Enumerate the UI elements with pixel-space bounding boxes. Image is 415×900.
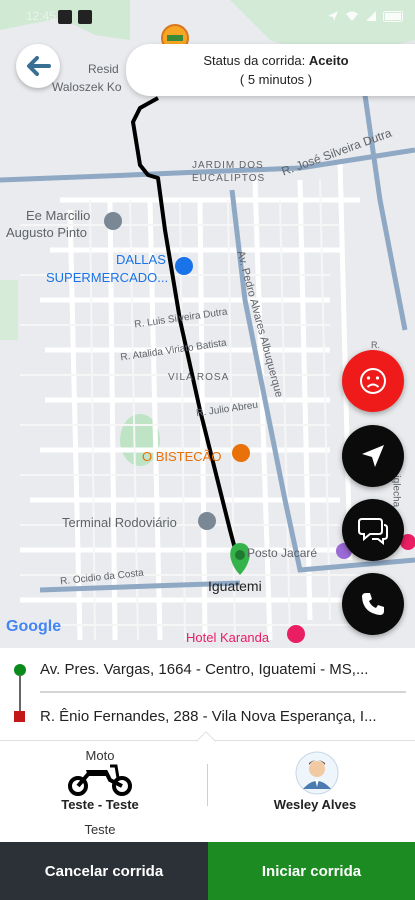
map-label: EUCALIPTOS (192, 173, 266, 184)
emergency-button[interactable] (342, 350, 404, 412)
status-right-icons (327, 10, 405, 22)
signal-icon (366, 11, 376, 21)
route-connector (19, 675, 21, 712)
system-status-bar: 12:45 (0, 0, 415, 34)
map-label: Iguatemi (208, 578, 262, 594)
map-label: Hotel Karanda (186, 630, 270, 645)
vehicle-plate: Teste (84, 822, 116, 837)
notification-icon (78, 10, 92, 24)
call-button[interactable] (342, 573, 404, 635)
vehicle-model: Teste - Teste (61, 797, 139, 812)
map-label: R. (371, 340, 380, 350)
map-label: Ee Marcilio (26, 208, 91, 223)
origin-address[interactable]: Av. Pres. Vargas, 1664 - Centro, Iguatem… (40, 661, 408, 678)
map-label: Posto Jacaré (247, 546, 318, 560)
map-label: VILA ROSA (168, 372, 230, 383)
sad-face-icon (360, 368, 386, 394)
status-time: 12:45 (26, 9, 57, 23)
driver-name: Wesley Alves (273, 797, 357, 812)
map-label: Waloszek Ko (52, 80, 122, 94)
battery-icon (383, 10, 403, 22)
info-divider (207, 764, 208, 806)
ride-status-line: Status da corrida: Aceito (126, 53, 415, 68)
google-logo: Google (6, 618, 62, 635)
ride-status-card: Status da corrida: Aceito ( 5 minutos ) (126, 44, 415, 96)
wifi-icon (346, 11, 358, 21)
navigate-button[interactable] (342, 425, 404, 487)
destination-dot (14, 711, 25, 722)
map-label: DALLAS (116, 252, 166, 267)
destination-address[interactable]: R. Ênio Fernandes, 288 - Vila Nova Esper… (40, 708, 408, 725)
ride-eta: ( 5 minutos ) (239, 72, 313, 87)
cancel-ride-button[interactable]: Cancelar corrida (0, 842, 208, 900)
driver-avatar-icon (295, 751, 339, 800)
map-label: SUPERMERCADO... (46, 270, 169, 285)
map-label: O BISTECÃO (142, 449, 222, 464)
map-label: Augusto Pinto (6, 225, 87, 240)
chat-bubble-icon (358, 518, 388, 545)
back-button[interactable] (16, 44, 60, 88)
phone-icon (362, 593, 384, 615)
start-ride-button[interactable]: Iniciar corrida (208, 842, 415, 900)
address-divider (40, 691, 406, 693)
ride-status-value: Aceito (308, 53, 349, 68)
arrow-left-icon (27, 56, 51, 76)
ride-status-prefix: Status da corrida: (203, 53, 306, 68)
map-label: Terminal Rodoviário (62, 515, 177, 530)
map-label: Resid (88, 62, 119, 76)
map-label: JARDIM DOS (192, 160, 264, 171)
address-panel: Av. Pres. Vargas, 1664 - Centro, Iguatem… (0, 648, 415, 740)
notification-icon (58, 10, 72, 24)
chat-button[interactable] (342, 499, 404, 561)
navigation-arrow-icon (362, 445, 384, 467)
location-icon (328, 11, 338, 21)
